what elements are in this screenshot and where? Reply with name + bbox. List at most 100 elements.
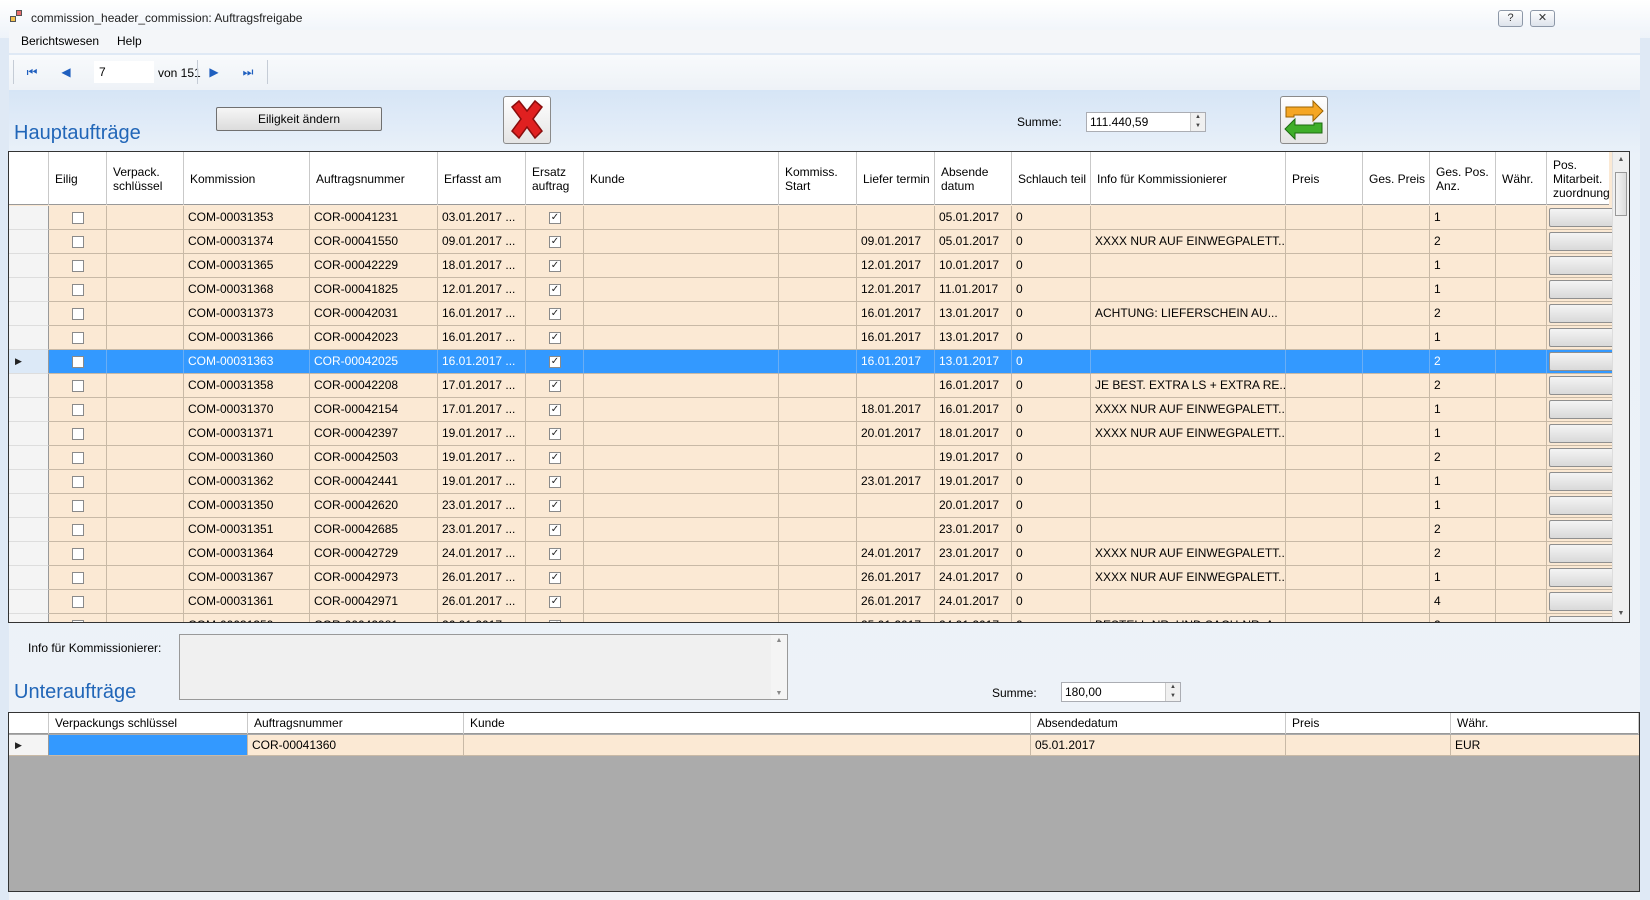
replacement-order-checkbox[interactable]: ✓	[549, 428, 561, 440]
cell-ges-preis[interactable]	[1363, 446, 1430, 470]
cell-info[interactable]	[1091, 446, 1286, 470]
sub-col-waehrung[interactable]: Währ.	[1451, 713, 1639, 734]
urgent-checkbox[interactable]	[72, 596, 84, 608]
cell-info[interactable]	[1091, 470, 1286, 494]
cell-info[interactable]: XXXX NUR AUF EINWEGPALETT...	[1091, 230, 1286, 254]
cell-absendedatum[interactable]: 16.01.2017	[935, 398, 1012, 422]
cell-schlauchteil[interactable]: 0	[1012, 278, 1091, 302]
table-row[interactable]: COM-00031365 COR-00042229 18.01.2017 ... ✓ 1…	[9, 254, 1629, 278]
replacement-order-checkbox[interactable]: ✓	[549, 548, 561, 560]
cell-waehrung[interactable]	[1496, 374, 1547, 398]
cell-info[interactable]	[1091, 518, 1286, 542]
cell-waehrung[interactable]	[1496, 206, 1547, 230]
cell-absendedatum[interactable]: 18.01.2017	[935, 422, 1012, 446]
cell-info[interactable]	[1091, 350, 1286, 374]
cell-kommission[interactable]: COM-00031373	[184, 302, 310, 326]
table-row[interactable]: COM-00031351 COR-00042685 23.01.2017 ... ✓ 2…	[9, 518, 1629, 542]
last-record-icon[interactable]: ⏭	[239, 63, 257, 81]
cell-kunde[interactable]	[584, 398, 779, 422]
cell-waehrung[interactable]	[1496, 566, 1547, 590]
cell-info[interactable]: XXXX NUR AUF EINWEGPALETT...	[1091, 398, 1286, 422]
cell-schlauchteil[interactable]: 0	[1012, 350, 1091, 374]
cell-verpack[interactable]	[107, 398, 184, 422]
cell-auftragsnummer[interactable]: COR-00042973	[310, 566, 438, 590]
cell-verpack[interactable]	[107, 230, 184, 254]
cell-verpack[interactable]	[107, 590, 184, 614]
cell-info[interactable]: XXXX NUR AUF EINWEGPALETT...	[1091, 422, 1286, 446]
cell-liefertermin[interactable]: 26.01.2017	[857, 566, 935, 590]
cell-erfasst[interactable]: 24.01.2017 ...	[438, 542, 526, 566]
cell-kommiss-start[interactable]	[779, 206, 857, 230]
cell-kommission[interactable]: COM-00031350	[184, 494, 310, 518]
cell-kommiss-start[interactable]	[779, 398, 857, 422]
cell-auftragsnummer[interactable]: COR-00042503	[310, 446, 438, 470]
cell-pos-anz[interactable]: 1	[1430, 566, 1496, 590]
cell-kunde[interactable]	[584, 470, 779, 494]
cell-verpack[interactable]	[107, 302, 184, 326]
cell-liefertermin[interactable]: 24.01.2017	[857, 542, 935, 566]
main-sum-spinner[interactable]: ▲ ▼	[1190, 113, 1205, 131]
scroll-up-icon[interactable]: ▲	[1613, 152, 1629, 168]
cell-ersatz[interactable]: ✓	[526, 230, 584, 254]
cell-eilig[interactable]	[49, 470, 107, 494]
cell-kommiss-start[interactable]	[779, 278, 857, 302]
sub-row-header[interactable]: ▶	[9, 735, 49, 756]
cell-verpack[interactable]	[107, 326, 184, 350]
cell-absendedatum[interactable]: 13.01.2017	[935, 350, 1012, 374]
cell-eilig[interactable]	[49, 254, 107, 278]
cell-preis[interactable]	[1286, 206, 1363, 230]
cell-absendedatum[interactable]: 19.01.2017	[935, 470, 1012, 494]
cell-kunde[interactable]	[584, 302, 779, 326]
row-header[interactable]	[9, 590, 49, 614]
cell-kunde[interactable]	[584, 518, 779, 542]
replacement-order-checkbox[interactable]: ✓	[549, 284, 561, 296]
cell-ersatz[interactable]: ✓	[526, 470, 584, 494]
cell-kommission[interactable]: COM-00031366	[184, 326, 310, 350]
row-header[interactable]	[9, 254, 49, 278]
cell-verpack[interactable]	[107, 566, 184, 590]
cell-ges-preis[interactable]	[1363, 566, 1430, 590]
cell-ersatz[interactable]: ✓	[526, 590, 584, 614]
cell-kommission[interactable]: COM-00031365	[184, 254, 310, 278]
cell-absendedatum[interactable]: 24.01.2017	[935, 590, 1012, 614]
previous-record-icon[interactable]: ◀	[57, 63, 75, 81]
replacement-order-checkbox[interactable]: ✓	[549, 332, 561, 344]
cell-verpack[interactable]	[107, 446, 184, 470]
sub-table-row[interactable]: ▶ COR-00041360 05.01.2017 EUR	[9, 735, 1639, 756]
col-erfasst-am[interactable]: Erfasst am	[438, 152, 526, 205]
cell-ersatz[interactable]: ✓	[526, 350, 584, 374]
cell-kommiss-start[interactable]	[779, 518, 857, 542]
cell-absendedatum[interactable]: 23.01.2017	[935, 542, 1012, 566]
cell-preis[interactable]	[1286, 398, 1363, 422]
cell-kommiss-start[interactable]	[779, 566, 857, 590]
cell-pos-anz[interactable]: 1	[1430, 494, 1496, 518]
cell-ersatz[interactable]: ✓	[526, 446, 584, 470]
next-record-icon[interactable]: ▶	[205, 63, 223, 81]
cell-liefertermin[interactable]: 12.01.2017	[857, 254, 935, 278]
cell-preis[interactable]	[1286, 590, 1363, 614]
cell-absendedatum[interactable]: 05.01.2017	[935, 206, 1012, 230]
cell-schlauchteil[interactable]: 0	[1012, 374, 1091, 398]
table-row[interactable]: COM-00031359COR-0004298126.01.2017 ... ✓ 2…	[9, 614, 1625, 622]
menu-help[interactable]: Help	[117, 34, 142, 48]
cell-eilig[interactable]	[49, 374, 107, 398]
cell-schlauchteil[interactable]: 0	[1012, 614, 1091, 622]
scroll-down-icon[interactable]: ▼	[1613, 606, 1629, 622]
col-auftragsnummer[interactable]: Auftragsnummer	[310, 152, 438, 205]
cell-auftragsnummer[interactable]: COR-00041550	[310, 230, 438, 254]
cell-info[interactable]: XXXX NUR AUF EINWEGPALETT...	[1091, 542, 1286, 566]
row-header[interactable]	[9, 302, 49, 326]
cell-absendedatum[interactable]: 24.01.2017	[935, 614, 1012, 622]
cell-preis[interactable]	[1286, 350, 1363, 374]
cell-eilig[interactable]	[49, 422, 107, 446]
table-row[interactable]: COM-00031358 COR-00042208 17.01.2017 ... ✓ 1…	[9, 374, 1629, 398]
cell-waehrung[interactable]	[1496, 254, 1547, 278]
cell-kommiss-start[interactable]	[779, 422, 857, 446]
row-header[interactable]	[9, 518, 49, 542]
replacement-order-checkbox[interactable]: ✓	[549, 236, 561, 248]
cell-pos-anz[interactable]: 4	[1430, 590, 1496, 614]
cell-eilig[interactable]	[49, 350, 107, 374]
cell-verpack[interactable]	[107, 374, 184, 398]
urgent-checkbox[interactable]	[72, 284, 84, 296]
cell-liefertermin[interactable]	[857, 206, 935, 230]
